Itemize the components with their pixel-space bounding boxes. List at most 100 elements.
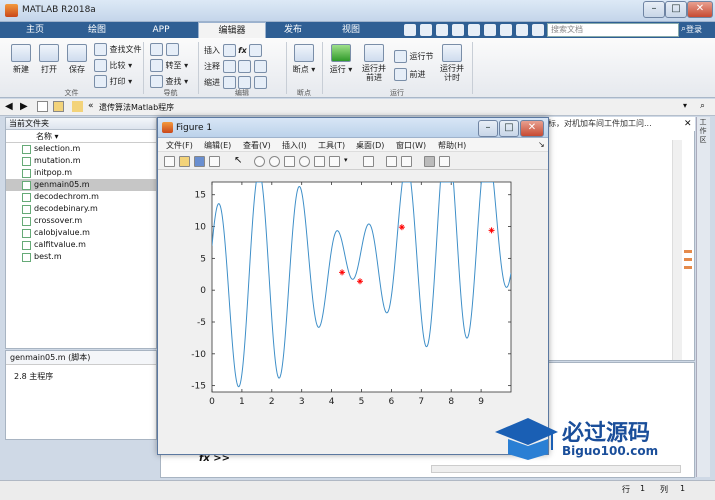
browse-folder-icon[interactable] bbox=[53, 101, 64, 112]
ribbon: 新建 打开 保存 查找文件 比较 ▾ 打印 ▾ 文件 转至 ▾ 查找 ▾ 导航 … bbox=[0, 38, 715, 98]
copy-quick-icon[interactable] bbox=[436, 24, 448, 36]
file-item[interactable]: decodebinary.m bbox=[6, 203, 156, 215]
pointer-icon[interactable]: ↖ bbox=[234, 156, 245, 167]
brush-icon[interactable] bbox=[329, 156, 340, 167]
close-button[interactable]: ✕ bbox=[687, 1, 713, 18]
undo-quick-icon[interactable] bbox=[468, 24, 480, 36]
tab-plots[interactable]: 绘图 bbox=[70, 22, 124, 38]
find-files-button[interactable]: 查找文件 bbox=[94, 43, 142, 56]
figure-maximize-button[interactable]: □ bbox=[499, 120, 519, 137]
file-item[interactable]: selection.m bbox=[6, 143, 156, 155]
file-item[interactable]: best.m bbox=[6, 251, 156, 263]
file-item[interactable]: calobjvalue.m bbox=[6, 227, 156, 239]
zoom-in-icon[interactable] bbox=[254, 156, 265, 167]
arrow-left-icon bbox=[150, 43, 163, 56]
redo-quick-icon[interactable] bbox=[484, 24, 496, 36]
colorbar-icon[interactable] bbox=[386, 156, 397, 167]
menu-tools[interactable]: 工具(T) bbox=[318, 140, 345, 151]
brush-dropdown-icon[interactable]: ▾ bbox=[344, 156, 355, 167]
file-item[interactable]: crossover.m bbox=[6, 215, 156, 227]
switch-windows-icon[interactable] bbox=[500, 24, 512, 36]
print-figure-icon[interactable] bbox=[209, 156, 220, 167]
cut-quick-icon[interactable] bbox=[420, 24, 432, 36]
up-folder-icon[interactable] bbox=[37, 101, 48, 112]
editor-warning-marker[interactable] bbox=[684, 266, 692, 269]
paste-quick-icon[interactable] bbox=[452, 24, 464, 36]
file-item[interactable]: mutation.m bbox=[6, 155, 156, 167]
help-dropdown-icon[interactable] bbox=[532, 24, 544, 36]
show-plot-tools-icon[interactable] bbox=[439, 156, 450, 167]
figure-close-button[interactable]: ✕ bbox=[520, 120, 544, 137]
figure-minimize-button[interactable]: – bbox=[478, 120, 498, 137]
forward-icon[interactable]: ▶ bbox=[20, 101, 28, 112]
save-button[interactable]: 保存 bbox=[64, 44, 90, 75]
tab-editor[interactable]: 编辑器 bbox=[198, 22, 266, 38]
new-button[interactable]: 新建 bbox=[8, 44, 34, 75]
x-tick-label: 0 bbox=[209, 397, 215, 407]
login-link[interactable]: 登录 bbox=[686, 24, 702, 35]
goto-button[interactable]: 转至 ▾ bbox=[150, 59, 188, 72]
tab-home[interactable]: 主页 bbox=[8, 22, 62, 38]
link-plot-icon[interactable] bbox=[363, 156, 374, 167]
run-and-time-button[interactable]: 运行并 计时 bbox=[436, 44, 468, 82]
menu-insert[interactable]: 插入(I) bbox=[282, 140, 307, 151]
minimize-button[interactable]: – bbox=[643, 1, 665, 18]
menu-edit[interactable]: 编辑(E) bbox=[204, 140, 231, 151]
comment-button[interactable]: 注释 bbox=[204, 60, 267, 73]
menu-view[interactable]: 查看(V) bbox=[243, 140, 271, 151]
hide-plot-tools-icon[interactable] bbox=[424, 156, 435, 167]
find-button[interactable]: 查找 ▾ bbox=[150, 75, 188, 88]
menu-help[interactable]: 帮助(H) bbox=[438, 140, 466, 151]
search-docs-input[interactable]: 搜索文档 bbox=[547, 23, 679, 37]
editor-warning-marker[interactable] bbox=[684, 250, 692, 253]
file-item-selected[interactable]: genmain05.m bbox=[6, 179, 156, 191]
separator bbox=[472, 42, 473, 94]
advance-icon bbox=[394, 68, 407, 81]
data-cursor-icon[interactable] bbox=[314, 156, 325, 167]
file-item[interactable]: decodechrom.m bbox=[6, 191, 156, 203]
editor-scrollbar[interactable] bbox=[672, 140, 682, 360]
save-figure-icon[interactable] bbox=[194, 156, 205, 167]
editor-warning-marker[interactable] bbox=[684, 258, 692, 261]
compare-button[interactable]: 比较 ▾ bbox=[94, 59, 132, 72]
maximize-button[interactable]: □ bbox=[665, 1, 687, 18]
help-quick-icon[interactable] bbox=[516, 24, 528, 36]
open-button[interactable]: 打开 bbox=[36, 44, 62, 75]
editor-close-icon[interactable]: ✕ bbox=[684, 119, 692, 129]
new-figure-icon[interactable] bbox=[164, 156, 175, 167]
run-and-advance-button[interactable]: 运行并 前进 bbox=[358, 44, 390, 82]
tab-apps[interactable]: APP bbox=[134, 22, 188, 38]
file-item[interactable]: calfitvalue.m bbox=[6, 239, 156, 251]
run-button[interactable]: 运行 ▾ bbox=[328, 44, 354, 75]
zoom-out-icon[interactable] bbox=[269, 156, 280, 167]
breakpoints-button[interactable]: 断点 ▾ bbox=[290, 44, 318, 75]
menu-dock-icon[interactable]: ↘ bbox=[538, 140, 545, 149]
figure-title-bar: Figure 1 – □ ✕ bbox=[158, 118, 548, 138]
run-section-button[interactable]: 运行节 bbox=[394, 50, 434, 63]
current-path[interactable]: 遗传算法Matlab程序 bbox=[99, 102, 174, 113]
open-file-icon[interactable] bbox=[179, 156, 190, 167]
nav-back-icon-button[interactable] bbox=[150, 43, 179, 56]
y-tick-label: 0 bbox=[200, 286, 206, 296]
print-button[interactable]: 打印 ▾ bbox=[94, 75, 132, 88]
advance-button[interactable]: 前进 bbox=[394, 68, 426, 81]
menu-window[interactable]: 窗口(W) bbox=[396, 140, 426, 151]
run-section-icon bbox=[394, 50, 407, 63]
save-quick-icon[interactable] bbox=[404, 24, 416, 36]
workspace-tab[interactable]: 工作区 bbox=[697, 118, 709, 145]
compare-icon bbox=[94, 59, 107, 72]
tab-view[interactable]: 视图 bbox=[322, 22, 380, 38]
pan-hand-icon[interactable] bbox=[284, 156, 295, 167]
path-dropdown-icon[interactable]: ▾ bbox=[683, 101, 687, 110]
tab-publish[interactable]: 发布 bbox=[270, 22, 316, 38]
rotate-3d-icon[interactable] bbox=[299, 156, 310, 167]
insert-button[interactable]: 插入 fx bbox=[204, 44, 263, 57]
search-folder-icon[interactable]: ⌕ bbox=[700, 101, 705, 111]
menu-desktop[interactable]: 桌面(D) bbox=[356, 140, 384, 151]
menu-file[interactable]: 文件(F) bbox=[166, 140, 193, 151]
file-item[interactable]: initpop.m bbox=[6, 167, 156, 179]
new-file-icon bbox=[11, 44, 31, 62]
name-column-header[interactable]: 名称 ▾ bbox=[6, 130, 156, 143]
legend-icon[interactable] bbox=[401, 156, 412, 167]
back-icon[interactable]: ◀ bbox=[5, 101, 13, 112]
